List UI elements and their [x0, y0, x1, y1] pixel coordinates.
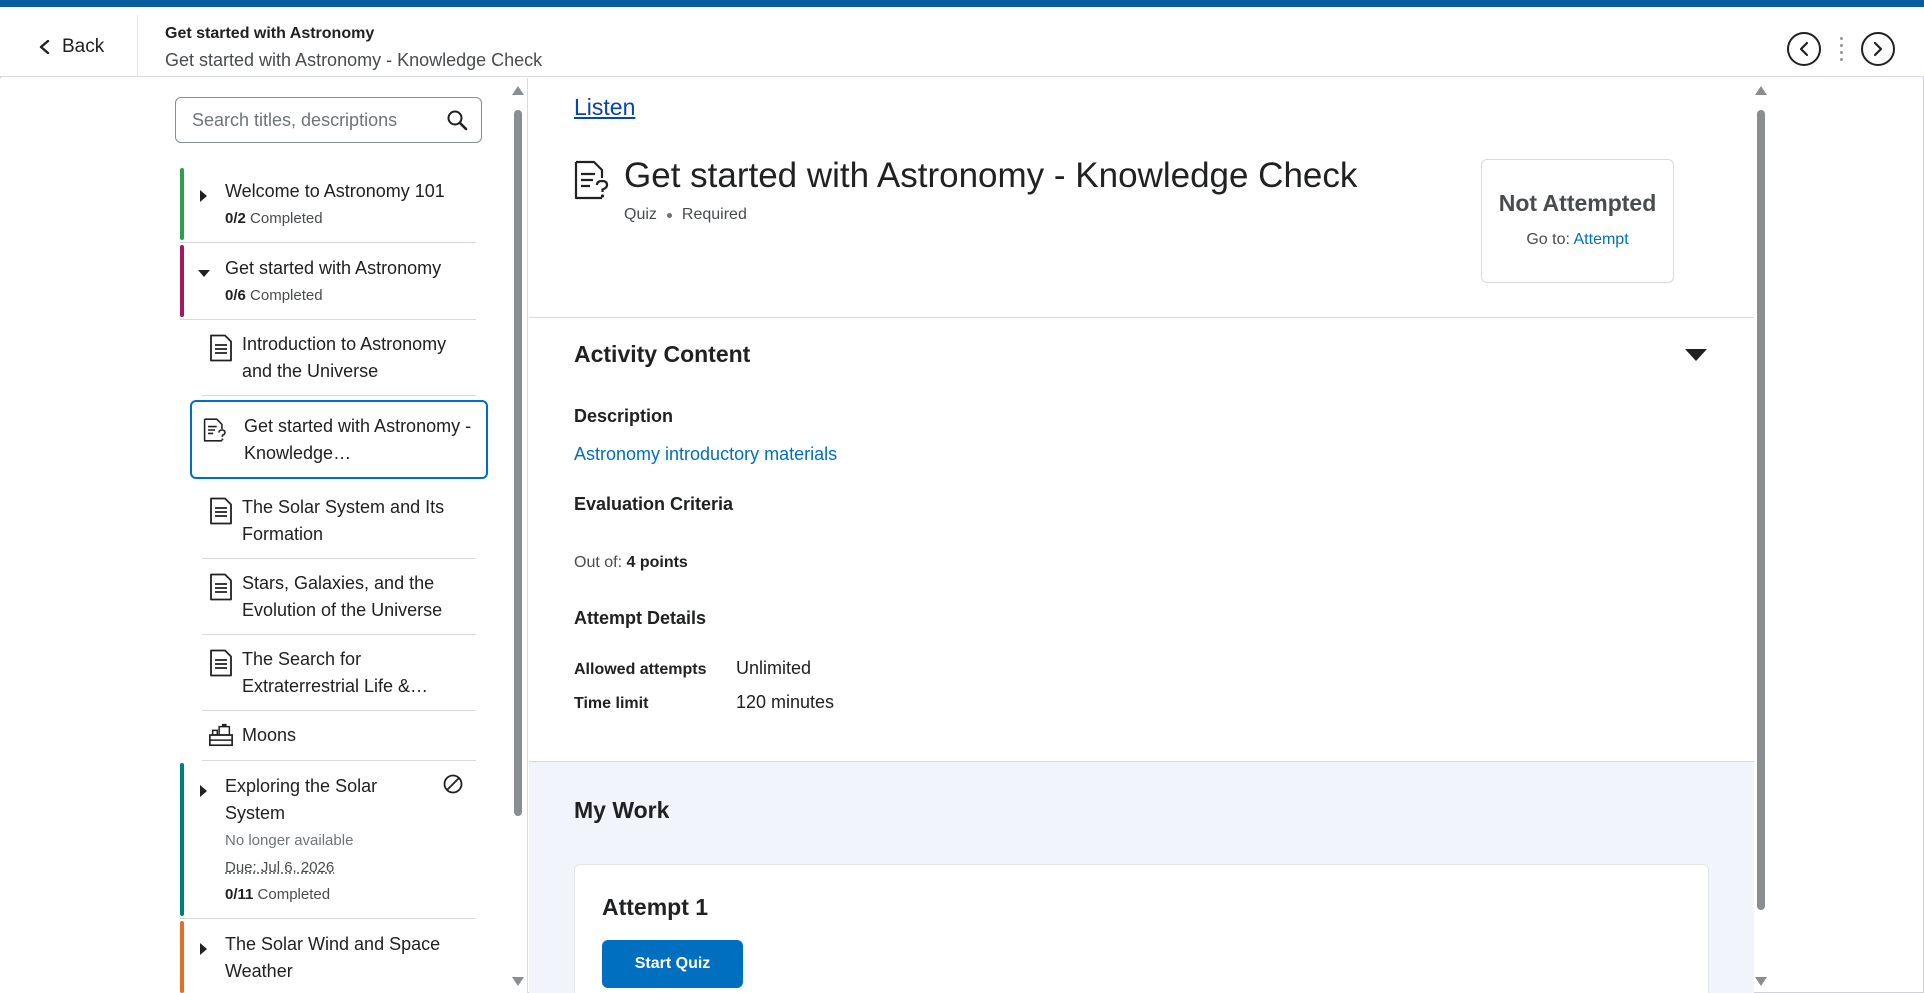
expand-arrow-icon[interactable]: [200, 190, 207, 202]
unit-title: Get started with Astronomy: [225, 258, 442, 278]
unit-due-date-row: Due: Jul 6, 2026: [225, 854, 476, 881]
content-tree: Welcome to Astronomy 101 0/2 Completed G…: [180, 166, 488, 993]
collapse-section-icon[interactable]: [1685, 349, 1707, 361]
document-icon: [210, 649, 232, 677]
unit-due-date: Due: Jul 6, 2026: [225, 859, 335, 876]
document-icon: [210, 334, 232, 362]
unit-title: Exploring the Solar System: [225, 776, 378, 823]
header-divider: [137, 15, 138, 77]
topic-title: Stars, Galaxies, and the Evolution of th…: [242, 573, 443, 620]
chevron-left-icon: [39, 40, 50, 54]
sidebar: Welcome to Astronomy 101 0/2 Completed G…: [0, 78, 528, 993]
topic-solar-system[interactable]: The Solar System and Its Formation: [202, 483, 476, 559]
document-icon: [210, 573, 232, 601]
unit-progress: 0/6 Completed: [225, 287, 323, 304]
time-limit-key: Time limit: [574, 695, 649, 712]
time-limit-value: 120 minutes: [736, 692, 835, 712]
status-title: Not Attempted: [1498, 190, 1657, 216]
activity-meta: Quiz Required: [624, 206, 747, 224]
main-content: Listen Get started with Astronomy - Know…: [529, 78, 1924, 993]
unit-get-started[interactable]: Get started with Astronomy 0/6 Completed: [180, 243, 476, 320]
topic-title: The Search for Extraterrestrial Life &…: [242, 649, 429, 696]
status-goto: Go to: Attempt: [1526, 231, 1629, 248]
unit-color-bar: [180, 763, 184, 916]
sidebar-scrollbar[interactable]: [512, 86, 524, 986]
scroll-down-arrow-icon[interactable]: [512, 977, 524, 986]
main-scrollbar[interactable]: [1755, 86, 1767, 986]
topic-title: Get started with Astronomy - Knowledge…: [244, 416, 472, 463]
page-title: Get started with Astronomy - Knowledge C…: [624, 156, 1358, 195]
description-label: Description: [574, 406, 674, 426]
expand-arrow-icon[interactable]: [200, 943, 207, 955]
evaluation-criteria-label: Evaluation Criteria: [574, 494, 734, 514]
unit-title: The Solar Wind and Space Weather: [225, 934, 441, 981]
scroll-up-arrow-icon[interactable]: [1755, 86, 1767, 95]
unit-color-bar: [180, 921, 184, 993]
activity-requirement: Required: [681, 206, 747, 223]
unit-title: Welcome to Astronomy 101: [225, 181, 445, 201]
unavailable-icon: [443, 774, 463, 794]
attempt-title: Attempt 1: [602, 894, 709, 920]
attempt-link[interactable]: Attempt: [1574, 231, 1629, 248]
scrollbar-thumb[interactable]: [514, 110, 522, 816]
collapse-arrow-icon[interactable]: [198, 270, 210, 277]
allowed-attempts-key: Allowed attempts: [574, 661, 707, 678]
breadcrumb-parent: Get started with Astronomy: [165, 25, 375, 42]
chevron-left-icon: [1799, 41, 1809, 57]
search-box: [175, 97, 482, 143]
allowed-attempts-value: Unlimited: [736, 658, 812, 678]
chevron-right-icon: [1873, 41, 1883, 57]
topic-moons[interactable]: Moons: [202, 711, 476, 761]
activity-type: Quiz: [624, 206, 657, 223]
quiz-icon: [203, 418, 226, 442]
unit-solar-wind[interactable]: The Solar Wind and Space Weather: [180, 919, 476, 993]
topic-title: Introduction to Astronomy and the Univer…: [242, 334, 447, 381]
description-link[interactable]: Astronomy introductory materials: [574, 444, 837, 465]
next-topic-button[interactable]: [1861, 32, 1895, 66]
attempt-details-label: Attempt Details: [574, 608, 707, 628]
breadcrumb-current: Get started with Astronomy - Knowledge C…: [165, 50, 543, 70]
listen-link[interactable]: Listen: [574, 94, 635, 121]
out-of-points: Out of: 4 points: [574, 554, 688, 571]
unit-exploring-solar-system[interactable]: Exploring the Solar System No longer ava…: [180, 761, 476, 919]
scrollbar-thumb[interactable]: [1757, 110, 1765, 910]
start-quiz-button[interactable]: Start Quiz: [602, 940, 743, 988]
topic-stars-galaxies[interactable]: Stars, Galaxies, and the Evolution of th…: [202, 559, 476, 635]
my-work-section: My Work Attempt 1 Start Quiz: [529, 761, 1754, 993]
document-icon: [210, 497, 232, 525]
unit-availability: No longer available: [225, 832, 354, 849]
my-work-title: My Work: [574, 797, 670, 823]
unit-color-bar: [180, 245, 184, 317]
unit-progress: 0/11 Completed: [225, 886, 331, 903]
topic-introduction[interactable]: Introduction to Astronomy and the Univer…: [202, 320, 476, 396]
unit-welcome[interactable]: Welcome to Astronomy 101 0/2 Completed: [180, 166, 476, 243]
scroll-down-arrow-icon[interactable]: [1755, 977, 1767, 986]
lego-block-icon: [209, 723, 233, 747]
search-input[interactable]: [192, 109, 442, 131]
topic-title: Moons: [242, 725, 297, 745]
back-label: Back: [62, 36, 105, 57]
unit-color-bar: [180, 168, 184, 240]
back-button[interactable]: Back: [38, 29, 104, 65]
previous-topic-button[interactable]: [1787, 32, 1821, 66]
activity-content-title: Activity Content: [574, 341, 751, 367]
topic-extraterrestrial-life[interactable]: The Search for Extraterrestrial Life &…: [202, 635, 476, 711]
search-icon[interactable]: [445, 108, 469, 132]
top-accent-bar: [0, 0, 1924, 7]
header: Back Get started with Astronomy Get star…: [0, 7, 1924, 77]
meta-separator: [666, 212, 672, 218]
unit-progress: 0/2 Completed: [225, 210, 323, 227]
section-divider: [529, 317, 1754, 318]
expand-arrow-icon[interactable]: [200, 785, 207, 797]
topic-knowledge-check[interactable]: Get started with Astronomy - Knowledge…: [190, 400, 488, 479]
attempt-card: Attempt 1 Start Quiz: [574, 864, 1709, 993]
nav-separator: [1839, 37, 1843, 61]
status-card: Not Attempted Go to: Attempt: [1481, 159, 1674, 283]
scroll-up-arrow-icon[interactable]: [512, 86, 524, 95]
topic-title: The Solar System and Its Formation: [242, 497, 445, 544]
quiz-icon: [574, 160, 609, 200]
